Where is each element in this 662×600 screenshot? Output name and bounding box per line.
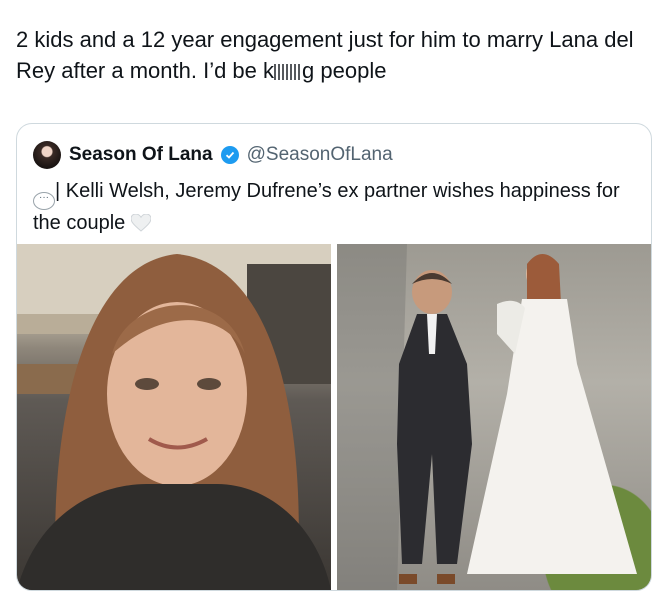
post-text-part-2: g people	[302, 58, 387, 83]
quoted-post-body: | Kelli Welsh, Jeremy Dufrene’s ex partn…	[33, 180, 620, 234]
post-text: 2 kids and a 12 year engagement just for…	[16, 24, 646, 86]
display-name[interactable]: Season Of Lana	[69, 144, 213, 166]
verified-badge-icon	[220, 146, 239, 164]
handle[interactable]: @SeasonOfLana	[247, 144, 393, 166]
media-grid	[17, 244, 651, 590]
white-heart-icon	[130, 213, 152, 232]
speech-bubble-icon: ···	[33, 192, 55, 210]
censored-word-mark	[274, 64, 303, 80]
photo-woman-selfie[interactable]	[17, 244, 331, 590]
quoted-post-card[interactable]: Season Of Lana @SeasonOfLana ··· | Kelli …	[16, 123, 652, 591]
avatar[interactable]	[33, 141, 61, 169]
quoted-post-text: ··· | Kelli Welsh, Jeremy Dufrene’s ex pa…	[33, 178, 633, 237]
photo-wedding-couple[interactable]	[337, 244, 651, 590]
quoted-post-header: Season Of Lana @SeasonOfLana	[33, 140, 393, 170]
